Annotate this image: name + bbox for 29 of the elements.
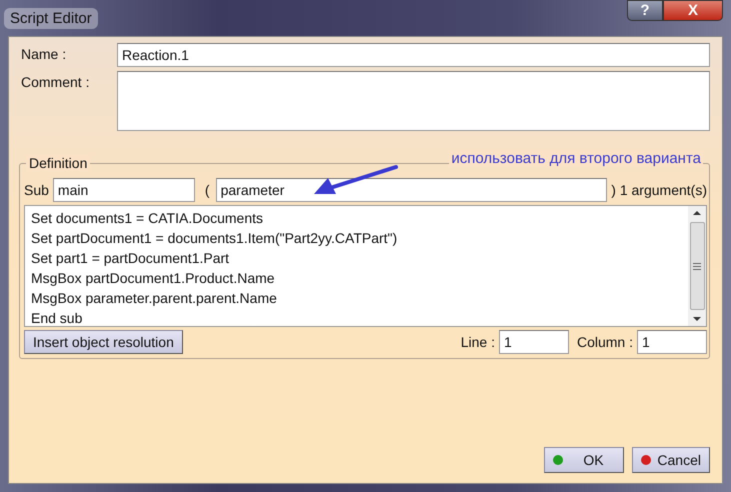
code-line: MsgBox parameter.parent.parent.Name (31, 289, 278, 308)
parameter-field[interactable]: parameter (216, 178, 608, 202)
line-label: Line : (460, 334, 495, 350)
close-button[interactable]: X (663, 0, 723, 21)
column-field[interactable]: 1 (637, 330, 707, 354)
scrollbar[interactable] (688, 206, 706, 326)
comment-field[interactable] (117, 71, 710, 131)
sub-label: Sub (24, 182, 49, 198)
column-label: Column : (576, 334, 633, 350)
dialog-button[interactable]: Cancel (632, 447, 710, 473)
field-label: Comment : (20, 73, 90, 90)
window-title: Script Editor (4, 8, 98, 28)
group-title: Definition (26, 155, 90, 171)
code-line: Set part1 = partDocument1.Part (31, 249, 230, 268)
paren-text: ( (204, 182, 210, 198)
annotation-text: использовать для второго варианта (449, 150, 703, 167)
insert-object-button[interactable]: Insert object resolution (24, 330, 183, 354)
scroll-thumb[interactable] (690, 222, 704, 310)
code-line: End sub (31, 309, 84, 328)
argument-count: ) 1 argument(s) (611, 182, 707, 198)
name-field[interactable]: Reaction.1 (117, 43, 710, 67)
code-editor[interactable]: Set documents1 = CATIA.Documents Set partDocument1 = documents1.Item("Part2yy.CATPart") Set part1 = partDocument1.Part MsgBox partDocument1.Product.Name MsgBox parameter.parent.parent.Name End sub (24, 205, 707, 327)
code-line: MsgBox partDocument1.Product.Name (31, 269, 276, 288)
line-field[interactable]: 1 (498, 330, 569, 354)
code-line: Set documents1 = CATIA.Documents (31, 209, 264, 228)
dialog-button[interactable]: OK (544, 447, 624, 473)
code-line: Set partDocument1 = documents1.Item("Part2yy.CATPart") (31, 229, 398, 248)
field-label: Name : (20, 45, 68, 62)
sub-name-field[interactable]: main (52, 178, 195, 202)
